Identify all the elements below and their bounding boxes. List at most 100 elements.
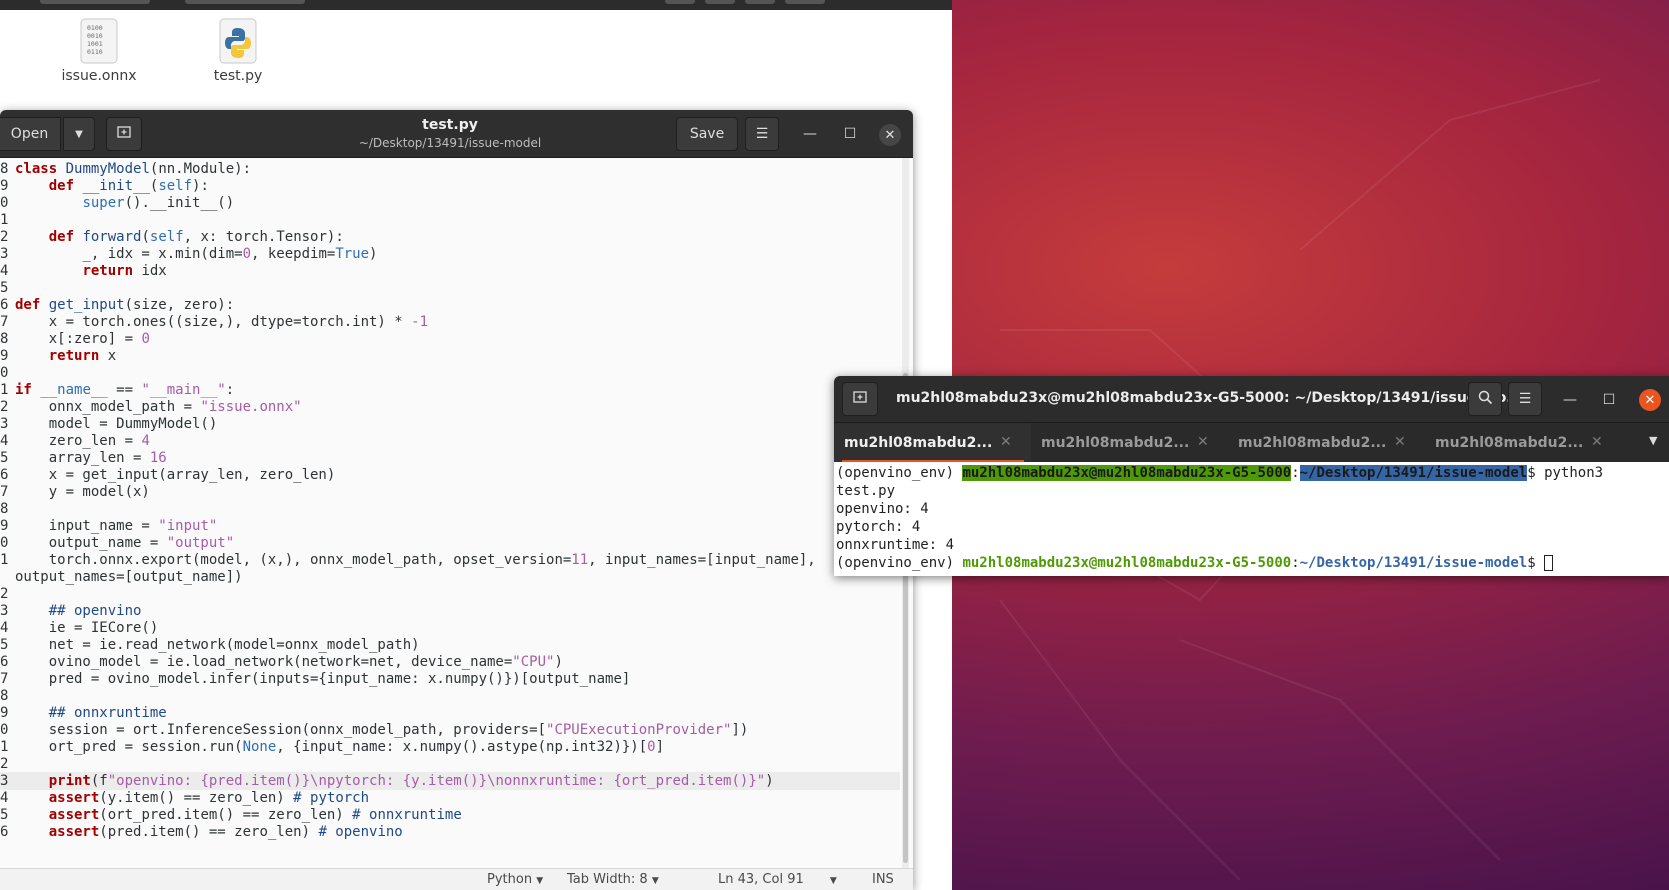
line-number: 6	[0, 654, 9, 670]
close-tab-icon[interactable]: ✕	[1591, 434, 1603, 450]
minimize-button[interactable]: —	[800, 124, 820, 144]
maximize-icon: ☐	[1602, 392, 1616, 408]
document-path: ~/Desktop/13491/issue-model	[358, 136, 542, 150]
chevron-down-icon: ▼	[536, 876, 544, 886]
open-dropdown-button[interactable]: ▼	[63, 117, 95, 151]
toolbar-button[interactable]	[705, 0, 735, 4]
terminal-window: mu2hl08mabdu23x@mu2hl08mabdu23x-G5-5000:…	[834, 376, 1669, 576]
new-tab-icon	[853, 390, 867, 408]
menu-button[interactable]: ☰	[745, 117, 779, 151]
line-number: 4	[0, 433, 9, 449]
cursor-position[interactable]: Ln 43, Col 91 ▼	[718, 872, 837, 887]
maximize-button[interactable]: ☐	[1599, 390, 1619, 410]
line-source: x = get_input(array_len, zero_len)	[15, 467, 336, 483]
close-tab-icon[interactable]: ✕	[1000, 434, 1012, 450]
terminal-title: mu2hl08mabdu23x@mu2hl08mabdu23x-G5-5000:…	[896, 390, 1523, 406]
line-number: 0	[0, 535, 9, 551]
line-number: 4	[0, 790, 9, 806]
line-source: output_names=[output_name])	[15, 569, 243, 585]
line-number: 9	[0, 705, 9, 721]
new-tab-button[interactable]	[106, 117, 142, 151]
tab-label: mu2hl08mabdu2...	[844, 435, 993, 451]
text-editor-window: Open ▼ test.py ~/Desktop/13491/issue-mod…	[0, 110, 913, 890]
toolbar-button[interactable]	[185, 0, 305, 4]
terminal-prompt-line: (openvino_env) mu2hl08mabdu23x@mu2hl08ma…	[836, 554, 1554, 572]
line-number: 2	[0, 586, 9, 602]
line-source: x[:zero] = 0	[15, 331, 150, 347]
line-source: net = ie.read_network(model=onnx_model_p…	[15, 637, 420, 653]
line-number: 8	[0, 501, 9, 517]
line-source: x = torch.ones((size,), dtype=torch.int)…	[15, 314, 429, 330]
line-number: 5	[0, 280, 9, 296]
open-button[interactable]: Open	[0, 117, 61, 151]
hamburger-menu-icon: ☰	[1518, 391, 1532, 407]
tab-width-selector[interactable]: Tab Width: 8 ▼	[567, 872, 659, 887]
toolbar-button[interactable]	[745, 0, 775, 4]
line-number: 3	[0, 416, 9, 432]
language-selector[interactable]: Python ▼	[487, 872, 543, 887]
tab-label: mu2hl08mabdu2...	[1435, 435, 1584, 451]
svg-text:0010: 0010	[87, 32, 103, 40]
document-title: test.py	[422, 117, 478, 133]
line-source: class DummyModel(nn.Module):	[15, 161, 252, 177]
close-button[interactable]: ✕	[1639, 389, 1661, 411]
line-source: return x	[48, 348, 117, 364]
toolbar-button[interactable]	[785, 0, 825, 4]
terminal-tab[interactable]: mu2hl08mabdu2... ✕	[1425, 423, 1639, 463]
search-button[interactable]	[1468, 382, 1502, 416]
toolbar-button[interactable]	[665, 0, 695, 4]
maximize-button[interactable]: ☐	[840, 124, 860, 144]
terminal-tab-bar: mu2hl08mabdu2... ✕ mu2hl08mabdu2... ✕ mu…	[834, 422, 1669, 463]
line-number: 5	[0, 450, 9, 466]
line-number: 7	[0, 484, 9, 500]
code-editor[interactable]: 8 class DummyModel(nn.Module): 9 def __ini…	[0, 158, 900, 868]
line-source: pred = ovino_model.infer(inputs={input_n…	[15, 671, 631, 687]
line-number: 0	[0, 195, 9, 211]
chevron-down-icon: ▼	[829, 876, 837, 886]
terminal-output[interactable]: (openvino_env) mu2hl08mabdu23x@mu2hl08ma…	[834, 462, 1669, 576]
line-number: 8	[0, 161, 9, 177]
new-tab-button[interactable]	[842, 382, 878, 416]
tab-list-dropdown-icon[interactable]: ▼	[1649, 434, 1657, 447]
chevron-down-icon: ▼	[651, 876, 659, 886]
close-tab-icon[interactable]: ✕	[1394, 434, 1406, 450]
svg-text:0100: 0100	[87, 24, 103, 32]
editor-header-bar: Open ▼ test.py ~/Desktop/13491/issue-mod…	[0, 110, 913, 158]
line-number: 6	[0, 467, 9, 483]
maximize-icon: ☐	[843, 126, 857, 142]
line-source: return idx	[82, 263, 167, 279]
file-item-label: test.py	[213, 68, 263, 84]
line-number: 6	[0, 297, 9, 313]
command-continuation: test.py	[836, 483, 896, 499]
file-item-issue-onnx[interactable]: 0100 0010 1001 0110 issue.onnx	[44, 18, 154, 84]
line-number: 4	[0, 263, 9, 279]
output-line: pytorch: 4	[836, 519, 921, 535]
line-source: session = ort.InferenceSession(onnx_mode…	[15, 722, 749, 738]
terminal-tab[interactable]: mu2hl08mabdu2... ✕	[1031, 423, 1228, 463]
line-number: 5	[0, 637, 9, 653]
close-icon: ✕	[884, 127, 896, 143]
minimize-button[interactable]: —	[1560, 390, 1580, 410]
code-line[interactable]: 3 print(f"openvino: {pred.item()}\npytor…	[0, 772, 900, 790]
search-icon	[1478, 390, 1493, 409]
line-source: ovino_model = ie.load_network(network=ne…	[15, 654, 563, 670]
line-number: 8	[0, 688, 9, 704]
save-button[interactable]: Save	[676, 117, 738, 151]
terminal-tab[interactable]: mu2hl08mabdu2... ✕	[1228, 423, 1425, 463]
file-manager-toolbar	[0, 0, 952, 10]
close-tab-icon[interactable]: ✕	[1197, 434, 1209, 450]
terminal-tab[interactable]: mu2hl08mabdu2... ✕	[834, 423, 1031, 463]
python-file-icon	[218, 18, 258, 64]
file-item-test-py[interactable]: test.py	[183, 18, 293, 84]
line-number: 1	[0, 212, 9, 228]
close-button[interactable]: ✕	[879, 124, 901, 146]
line-source: def get_input(size, zero):	[15, 297, 235, 313]
line-number: 6	[0, 824, 9, 840]
terminal-command-line: (openvino_env) mu2hl08mabdu23x@mu2hl08ma…	[836, 465, 1604, 481]
hamburger-menu-icon: ☰	[755, 126, 769, 142]
language-label: Python	[487, 872, 533, 887]
menu-button[interactable]: ☰	[1508, 382, 1542, 416]
new-document-icon	[117, 125, 131, 143]
line-source: assert(y.item() == zero_len) # pytorch	[48, 790, 370, 806]
toolbar-button[interactable]	[40, 0, 150, 4]
